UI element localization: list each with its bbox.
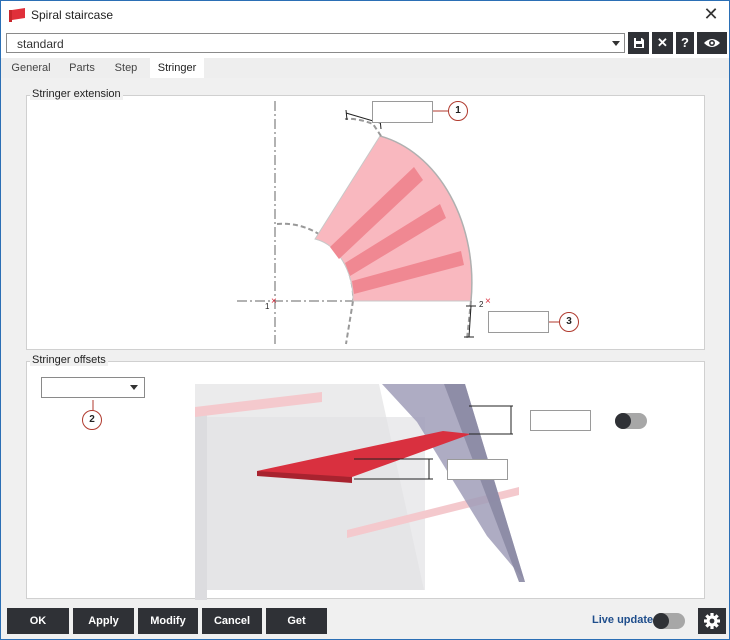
- live-update-toggle[interactable]: [653, 613, 685, 629]
- tab-general[interactable]: General: [5, 58, 57, 78]
- callout-3: 3: [559, 312, 579, 332]
- app-icon: [9, 8, 25, 22]
- ok-button[interactable]: OK: [7, 608, 69, 634]
- cancel-button[interactable]: Cancel: [202, 608, 262, 634]
- view-button[interactable]: [697, 32, 727, 54]
- dialog-window: Spiral staircase ✕ standard ✕ ? General …: [0, 0, 730, 640]
- modify-button[interactable]: Modify: [138, 608, 198, 634]
- stringer-offsets-group: 2: [26, 361, 705, 600]
- toggle-knob: [615, 413, 631, 429]
- stringer-extension-diagram: × ×: [237, 101, 559, 345]
- extension-start-input[interactable]: [372, 101, 433, 123]
- help-button[interactable]: ?: [676, 32, 694, 54]
- svg-text:×: ×: [485, 296, 491, 307]
- profile-value: standard: [17, 37, 64, 51]
- save-button[interactable]: [628, 32, 649, 54]
- tab-step[interactable]: Step: [105, 58, 147, 78]
- stringer-extension-group: × × 1 2 1 3: [26, 95, 705, 350]
- save-icon: [633, 38, 644, 48]
- eye-icon: [704, 39, 720, 47]
- top-offset-input[interactable]: [530, 410, 591, 431]
- offset-reference-dropdown[interactable]: [41, 377, 145, 398]
- close-icon[interactable]: ✕: [701, 4, 721, 24]
- callout-2: 2: [82, 410, 102, 430]
- gear-icon: [704, 613, 720, 629]
- stringer-offsets-label: Stringer offsets: [30, 354, 108, 366]
- extension-end-input[interactable]: [488, 311, 549, 333]
- point-1-label: 1: [265, 302, 270, 311]
- title-bar: Spiral staircase ✕: [1, 1, 729, 29]
- offset-toggle[interactable]: [615, 413, 647, 429]
- settings-button[interactable]: [698, 608, 726, 634]
- stringer-extension-label: Stringer extension: [30, 88, 123, 100]
- get-button[interactable]: Get: [266, 608, 327, 634]
- tab-parts[interactable]: Parts: [61, 58, 103, 78]
- footer-bar: OK Apply Modify Cancel Get Live update: [1, 603, 729, 639]
- live-update-label: Live update: [592, 614, 654, 626]
- window-title: Spiral staircase: [31, 8, 114, 22]
- tab-bar: General Parts Step Stringer: [1, 58, 729, 78]
- point-2-label: 2: [479, 300, 484, 309]
- tab-stringer[interactable]: Stringer: [150, 58, 204, 78]
- profile-combobox[interactable]: standard: [6, 33, 625, 53]
- svg-text:×: ×: [271, 296, 277, 307]
- bottom-offset-input[interactable]: [447, 459, 508, 480]
- chevron-down-icon: [612, 41, 620, 46]
- callout-1: 1: [448, 101, 468, 121]
- chevron-down-icon: [130, 385, 138, 390]
- toggle-knob: [653, 613, 669, 629]
- apply-button[interactable]: Apply: [73, 608, 134, 634]
- tab-content: × × 1 2 1 3 Stringer extension 2 Stringe…: [1, 78, 729, 603]
- delete-button[interactable]: ✕: [652, 32, 673, 54]
